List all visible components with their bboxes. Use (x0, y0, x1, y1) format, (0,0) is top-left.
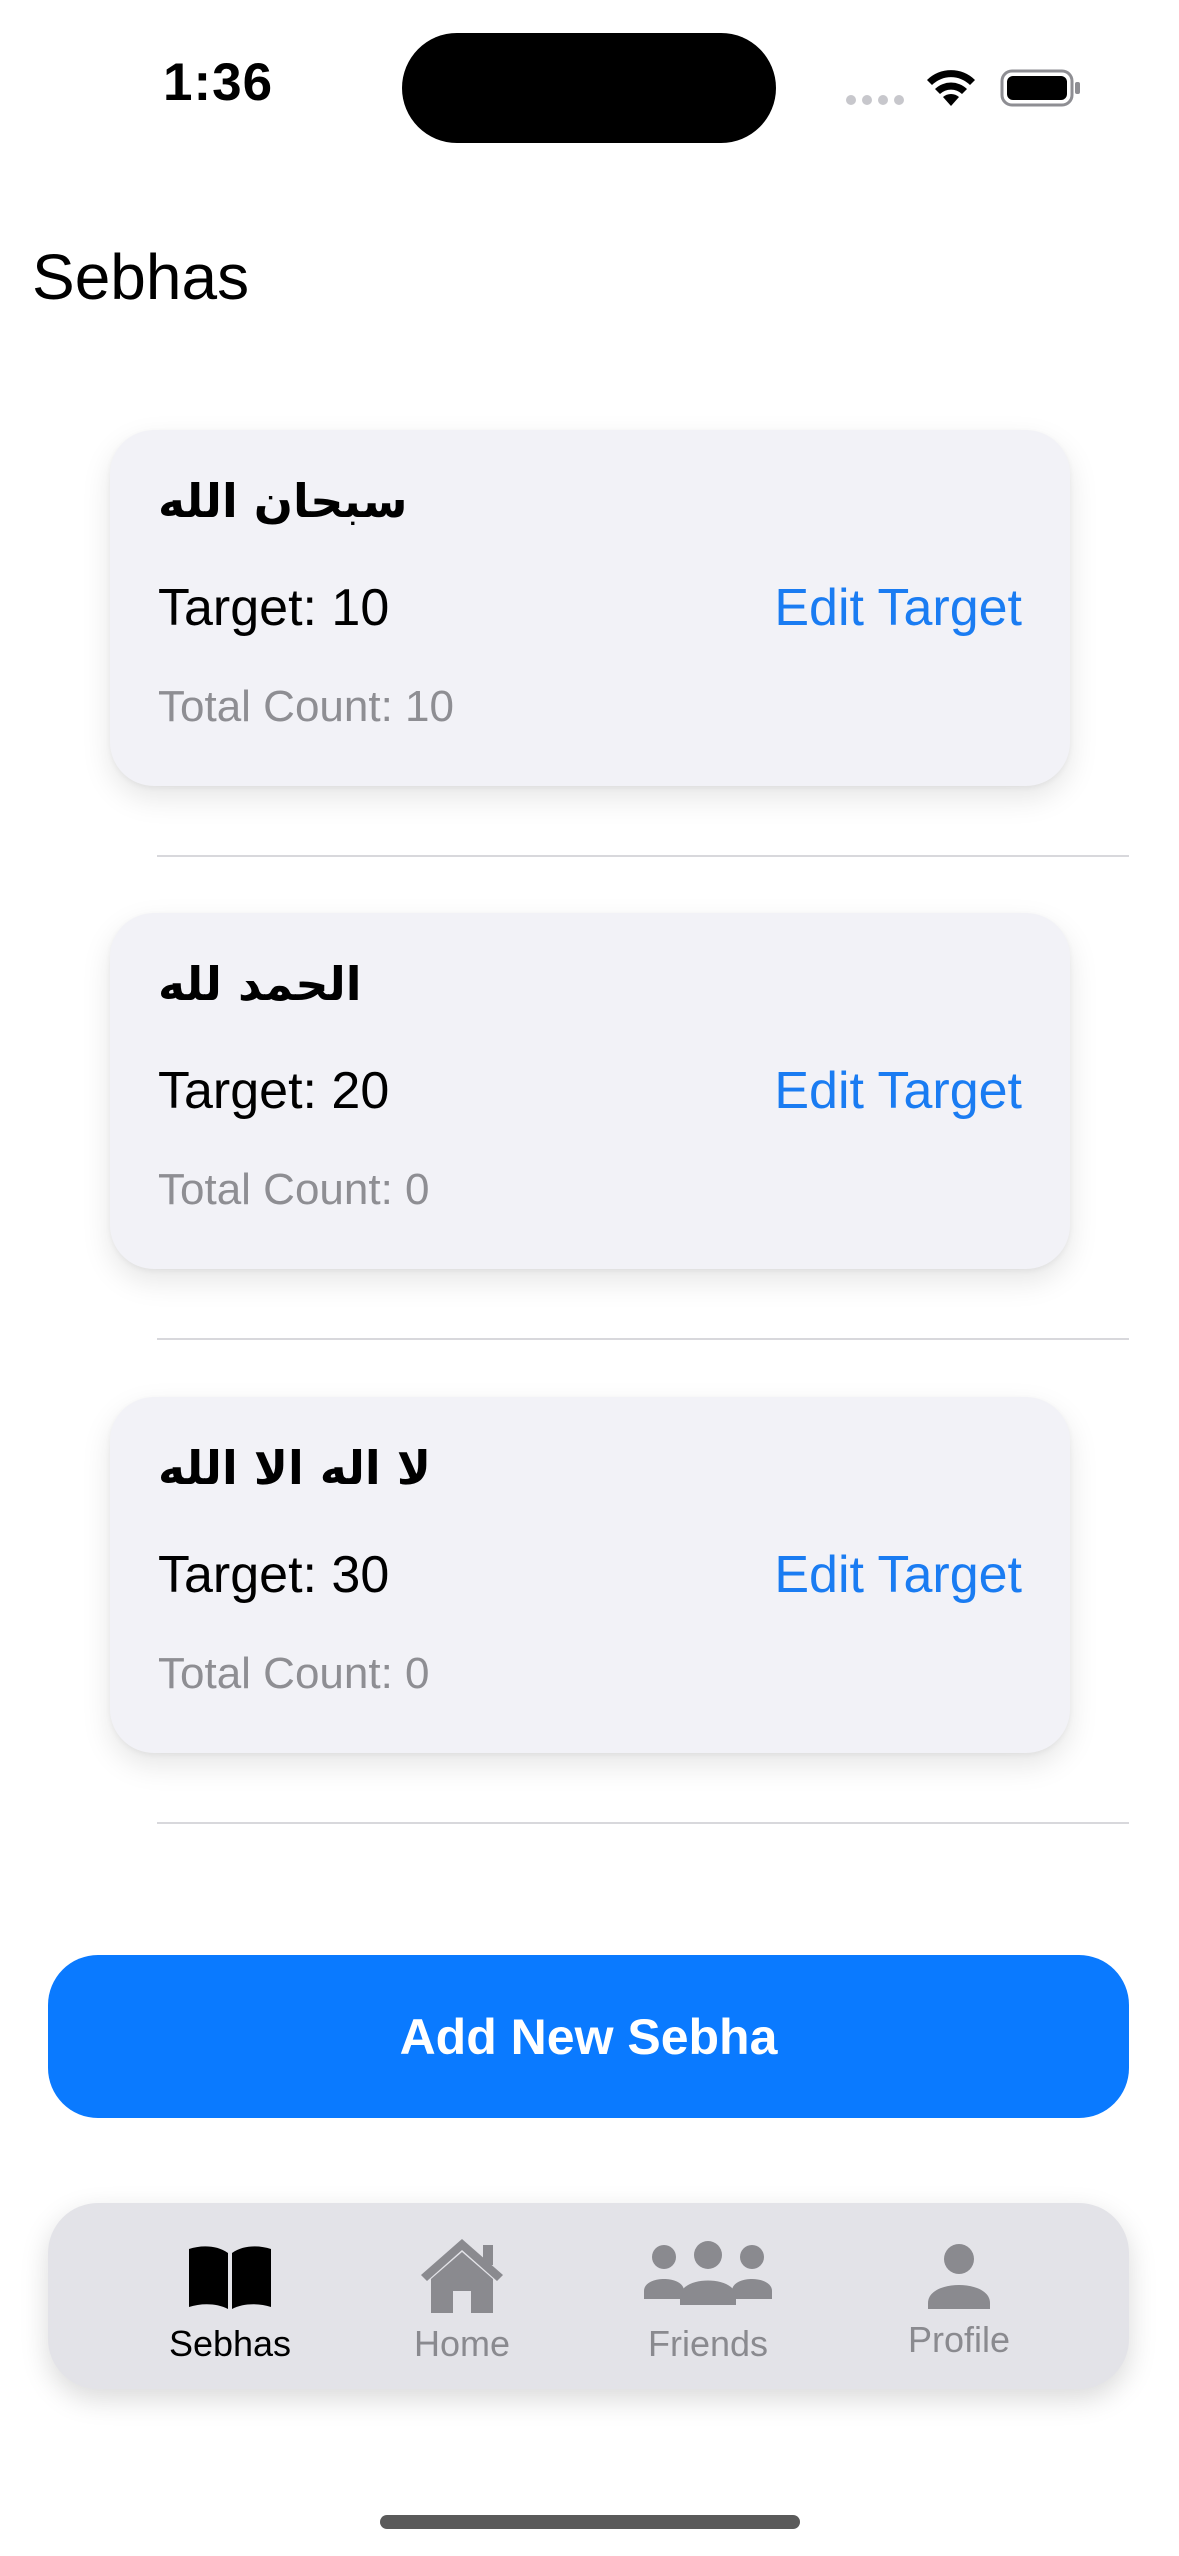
sebha-name: سبحان الله (158, 474, 408, 528)
cellular-signal-icon (846, 95, 904, 105)
person-icon (928, 2244, 990, 2309)
row-separator (157, 1338, 1129, 1340)
page-title: Sebhas (32, 241, 250, 313)
book-icon (189, 2246, 271, 2309)
tab-label: Friends (647, 2323, 769, 2364)
edit-target-button[interactable]: Edit Target (774, 578, 1022, 638)
sebha-card[interactable]: لا اله الا الله Target: 30 Edit Target T… (110, 1397, 1070, 1753)
tab-profile[interactable]: Profile (859, 2203, 1059, 2389)
wifi-icon (927, 70, 975, 106)
tab-bar: Sebhas Home Friends Profile (48, 2203, 1129, 2389)
add-new-sebha-button[interactable]: Add New Sebha (48, 1955, 1129, 2118)
tab-label: Home (413, 2323, 511, 2364)
sebha-total-count: Total Count: 10 (158, 682, 454, 731)
people-icon (644, 2241, 772, 2305)
sebha-name: الحمد لله (158, 957, 362, 1011)
sebha-target: Target: 10 (158, 579, 390, 637)
home-indicator[interactable] (380, 2515, 800, 2529)
status-time: 1:36 (163, 53, 274, 112)
dynamic-island (402, 33, 776, 143)
sebha-target: Target: 30 (158, 1546, 390, 1604)
sebha-card[interactable]: الحمد لله Target: 20 Edit Target Total C… (110, 913, 1070, 1269)
sebha-name: لا اله الا الله (158, 1441, 431, 1495)
tab-label: Profile (907, 2319, 1011, 2360)
sebha-total-count: Total Count: 0 (158, 1165, 430, 1214)
row-separator (157, 855, 1129, 857)
battery-icon (1000, 69, 1080, 107)
sebha-total-count: Total Count: 0 (158, 1649, 430, 1698)
house-icon (421, 2239, 503, 2313)
tab-sebhas[interactable]: Sebhas (130, 2203, 330, 2389)
tab-label: Sebhas (168, 2323, 292, 2364)
row-separator (157, 1822, 1129, 1824)
sebha-target: Target: 20 (158, 1062, 390, 1120)
tab-friends[interactable]: Friends (608, 2203, 808, 2389)
sebha-card[interactable]: سبحان الله Target: 10 Edit Target Total … (110, 430, 1070, 786)
edit-target-button[interactable]: Edit Target (774, 1545, 1022, 1605)
edit-target-button[interactable]: Edit Target (774, 1061, 1022, 1121)
tab-home[interactable]: Home (362, 2203, 562, 2389)
